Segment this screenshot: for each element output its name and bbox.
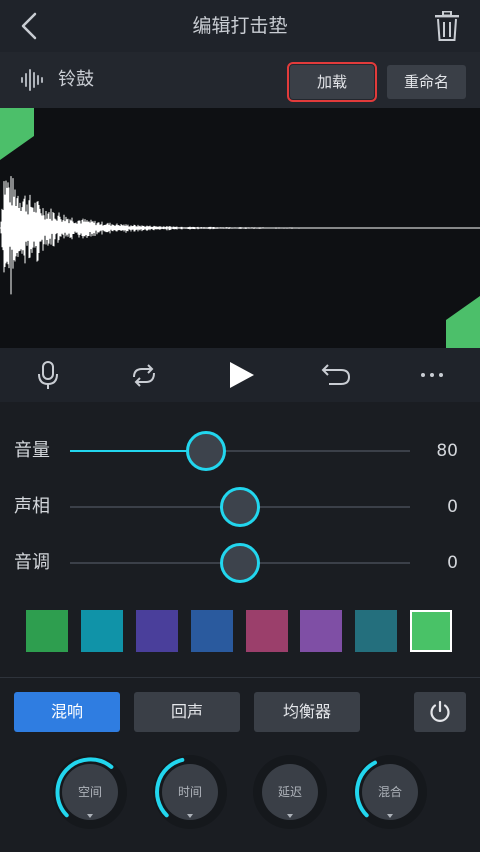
color-swatches [26, 610, 452, 652]
knob-mix-label: 混合 [377, 785, 402, 799]
pitch-slider[interactable] [70, 543, 410, 583]
volume-value: 80 [436, 441, 458, 461]
knob-time[interactable]: 时间 [152, 754, 228, 830]
tab-equalizer[interactable]: 均衡器 [254, 692, 360, 732]
microphone-icon[interactable] [32, 359, 64, 391]
color-swatch[interactable] [246, 610, 288, 652]
section-divider [0, 677, 480, 678]
transport-bar [0, 348, 480, 402]
color-swatch[interactable] [81, 610, 123, 652]
rename-button[interactable]: 重命名 [387, 65, 466, 99]
power-icon [430, 700, 450, 722]
pitch-slider-thumb[interactable] [220, 543, 260, 583]
pan-slider[interactable] [70, 487, 410, 527]
tab-reverb[interactable]: 混响 [14, 692, 120, 732]
undo-icon[interactable] [320, 359, 352, 391]
knob-mix[interactable]: 混合 [352, 754, 428, 830]
volume-slider-row: 音量 80 [0, 431, 480, 471]
header-bar: 编辑打击垫 [0, 0, 480, 52]
knob-time-label: 时间 [177, 785, 202, 799]
pitch-label: 音调 [14, 552, 50, 573]
pitch-value: 0 [447, 553, 458, 573]
load-button[interactable]: 加载 [287, 62, 377, 102]
play-icon[interactable] [224, 359, 256, 391]
waveform-display [0, 108, 480, 348]
more-icon[interactable] [416, 359, 448, 391]
pan-slider-row: 声相 0 [0, 487, 480, 527]
color-swatch[interactable] [410, 610, 452, 652]
pad-name: 铃鼓 [58, 69, 94, 90]
knob-space-label: 空间 [77, 785, 102, 799]
color-swatch[interactable] [300, 610, 342, 652]
color-swatch[interactable] [355, 610, 397, 652]
pitch-slider-row: 音调 0 [0, 543, 480, 583]
pan-slider-thumb[interactable] [220, 487, 260, 527]
pan-value: 0 [447, 497, 458, 517]
tab-echo[interactable]: 回声 [134, 692, 240, 732]
trash-icon[interactable] [434, 11, 460, 41]
pad-name-bar: 铃鼓 加载 重命名 [0, 52, 480, 108]
volume-label: 音量 [14, 440, 50, 461]
color-swatch[interactable] [26, 610, 68, 652]
volume-slider-thumb[interactable] [186, 431, 226, 471]
color-swatch[interactable] [191, 610, 233, 652]
waveform-view[interactable] [0, 108, 480, 348]
color-swatch[interactable] [136, 610, 178, 652]
page-title: 编辑打击垫 [192, 15, 288, 37]
volume-slider[interactable] [70, 431, 410, 471]
start-marker [0, 108, 34, 160]
knob-delay[interactable]: 延迟 [252, 754, 328, 830]
knob-delay-label: 延迟 [277, 785, 302, 799]
end-marker [446, 296, 480, 348]
effect-power-button[interactable] [414, 692, 466, 732]
waveform-icon [21, 69, 43, 91]
loop-icon[interactable] [128, 359, 160, 391]
knob-space[interactable]: 空间 [52, 754, 128, 830]
pan-label: 声相 [14, 496, 50, 517]
